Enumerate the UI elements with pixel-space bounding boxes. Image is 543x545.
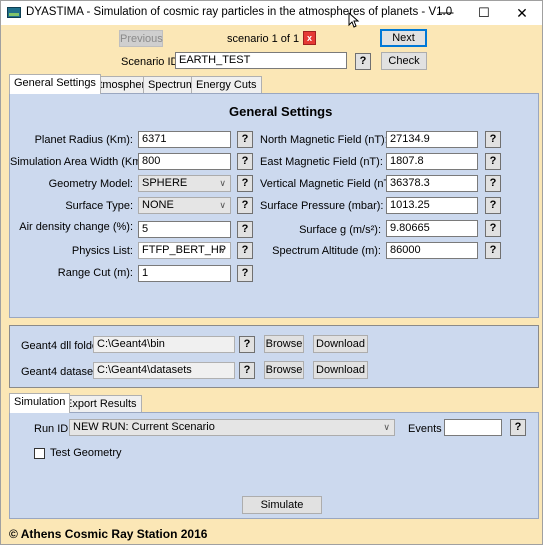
main-window: DYASTIMA - Simulation of cosmic ray part… — [0, 0, 543, 545]
next-button[interactable]: Next — [380, 29, 427, 47]
range-cut-input[interactable]: 1 — [138, 265, 231, 282]
air-density-change-label: Air density change (%): — [19, 221, 133, 233]
air-density-change-help-button[interactable]: ? — [237, 221, 253, 238]
geometry-model-select[interactable]: SPHERE ∨ — [138, 175, 231, 192]
tab-simulation[interactable]: Simulation — [9, 393, 71, 413]
surface-pressure-label: Surface Pressure (mbar): — [260, 200, 384, 212]
title-bar: DYASTIMA - Simulation of cosmic ray part… — [1, 1, 542, 25]
scenario-id-label: Scenario ID: — [121, 56, 182, 68]
vertical-magnetic-field-help-button[interactable]: ? — [485, 175, 501, 192]
north-magnetic-field-help-button[interactable]: ? — [485, 131, 501, 148]
air-density-change-input[interactable]: 5 — [138, 221, 231, 238]
geant4-dll-download-button[interactable]: Download — [313, 335, 368, 353]
test-geometry-checkbox[interactable] — [34, 448, 45, 459]
test-geometry-label: Test Geometry — [50, 447, 122, 459]
physics-list-value: FTFP_BERT_HP — [142, 244, 227, 256]
geant4-datasets-input[interactable]: C:\Geant4\datasets — [93, 362, 235, 379]
surface-pressure-input[interactable]: 1013.25 — [386, 197, 478, 214]
physics-list-select[interactable]: FTFP_BERT_HP ∨ — [138, 242, 231, 259]
surface-type-label: Surface Type: — [65, 200, 133, 212]
range-cut-help-button[interactable]: ? — [237, 265, 253, 282]
chevron-down-icon: ∨ — [219, 245, 226, 255]
run-id-label: Run ID: — [34, 423, 72, 435]
general-settings-heading: General Settings — [229, 104, 333, 119]
delete-scenario-button[interactable]: x — [303, 31, 316, 45]
vertical-magnetic-field-input[interactable]: 36378.3 — [386, 175, 478, 192]
window-title: DYASTIMA - Simulation of cosmic ray part… — [26, 6, 453, 18]
east-magnetic-field-label: East Magnetic Field (nT): — [260, 156, 383, 168]
simulation-panel: Run ID: NEW RUN: Current Scenario ∨ Event… — [9, 412, 539, 519]
geometry-model-label: Geometry Model: — [48, 178, 133, 190]
geant4-dll-folder-input[interactable]: C:\Geant4\bin — [93, 336, 235, 353]
simulation-area-width-input[interactable]: 800 — [138, 153, 231, 170]
surface-type-help-button[interactable]: ? — [237, 197, 253, 214]
geometry-model-help-button[interactable]: ? — [237, 175, 253, 192]
minimize-button[interactable]: — — [426, 1, 466, 25]
general-settings-panel: General Settings Planet Radius (Km): 637… — [9, 93, 539, 318]
planet-radius-help-button[interactable]: ? — [237, 131, 253, 148]
events-label: Events : — [408, 423, 448, 435]
close-button[interactable]: ✕ — [502, 1, 542, 25]
geant4-datasets-help-button[interactable]: ? — [239, 362, 255, 379]
tab-export-results[interactable]: Export Results — [60, 395, 142, 413]
scenario-id-help-button[interactable]: ? — [355, 53, 371, 70]
chevron-down-icon: ∨ — [383, 422, 390, 432]
surface-type-select[interactable]: NONE ∨ — [138, 197, 231, 214]
simulation-area-width-label: Simulation Area Width (Km): — [10, 156, 149, 168]
north-magnetic-field-input[interactable]: 27134.9 — [386, 131, 478, 148]
vertical-magnetic-field-label: Vertical Magnetic Field (nT): — [260, 178, 397, 190]
surface-g-help-button[interactable]: ? — [485, 220, 501, 237]
simulation-tabs: Simulation Export Results — [9, 393, 539, 413]
simulate-button[interactable]: Simulate — [242, 496, 322, 514]
previous-button[interactable]: Previous — [119, 30, 163, 47]
mouse-cursor-icon — [348, 12, 360, 28]
geant4-dll-help-button[interactable]: ? — [239, 336, 255, 353]
run-id-value: NEW RUN: Current Scenario — [73, 421, 215, 433]
surface-g-input[interactable]: 9.80665 — [386, 220, 478, 237]
planet-radius-label: Planet Radius (Km): — [34, 134, 133, 146]
spectrum-altitude-label: Spectrum Altitude (m): — [272, 245, 381, 257]
check-button[interactable]: Check — [381, 52, 427, 70]
surface-g-label: Surface g (m/s²): — [299, 224, 381, 236]
surface-type-value: NONE — [142, 199, 174, 211]
settings-tabs: General Settings Atmosphere Spectrum Ene… — [9, 74, 539, 94]
events-input[interactable] — [444, 419, 502, 436]
app-icon — [7, 7, 21, 18]
east-magnetic-field-help-button[interactable]: ? — [485, 153, 501, 170]
footer-copyright: © Athens Cosmic Ray Station 2016 — [9, 527, 208, 541]
geant4-datasets-download-button[interactable]: Download — [313, 361, 368, 379]
geant4-panel: Geant4 dll folder: C:\Geant4\bin ? Brows… — [9, 325, 539, 388]
physics-list-label: Physics List: — [71, 245, 133, 257]
tab-energy-cuts[interactable]: Energy Cuts — [191, 76, 262, 94]
simulation-area-width-help-button[interactable]: ? — [237, 153, 253, 170]
east-magnetic-field-input[interactable]: 1807.8 — [386, 153, 478, 170]
scenario-counter: scenario 1 of 1 — [227, 33, 300, 45]
scenario-id-input[interactable]: EARTH_TEST — [175, 52, 347, 69]
north-magnetic-field-label: North Magnetic Field (nT): — [260, 134, 388, 146]
chevron-down-icon: ∨ — [219, 200, 226, 210]
chevron-down-icon: ∨ — [219, 178, 226, 188]
spectrum-altitude-help-button[interactable]: ? — [485, 242, 501, 259]
planet-radius-input[interactable]: 6371 — [138, 131, 231, 148]
geant4-dll-browse-button[interactable]: Browse — [264, 335, 304, 353]
spectrum-altitude-input[interactable]: 86000 — [386, 242, 478, 259]
physics-list-help-button[interactable]: ? — [237, 242, 253, 259]
maximize-button[interactable]: ☐ — [464, 1, 504, 25]
geometry-model-value: SPHERE — [142, 177, 188, 189]
geant4-datasets-browse-button[interactable]: Browse — [264, 361, 304, 379]
events-help-button[interactable]: ? — [510, 419, 526, 436]
range-cut-label: Range Cut (m): — [57, 267, 133, 279]
surface-pressure-help-button[interactable]: ? — [485, 197, 501, 214]
tab-general-settings[interactable]: General Settings — [9, 74, 101, 94]
run-id-select[interactable]: NEW RUN: Current Scenario ∨ — [69, 419, 395, 436]
